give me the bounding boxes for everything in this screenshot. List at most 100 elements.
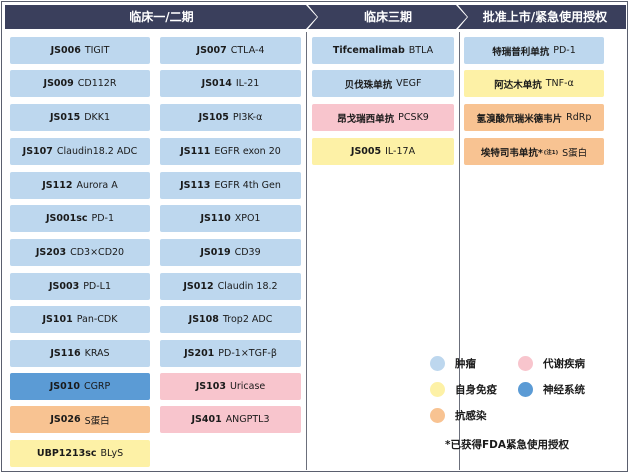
drug-target: TIGIT [84,45,110,56]
drug-code: 昂戈瑞西单抗 [337,113,395,125]
drug-box: JS110 XPO1 [160,205,301,232]
drug-target: Claudin18.2 ADC [56,146,138,157]
drug-box: JS009 CD112R [10,70,150,97]
drug-target: BLyS [100,448,124,459]
drug-target: RdRp [566,112,592,123]
drug-target: PD-1 [91,213,115,224]
drug-box: JS026 S蛋白 [10,406,150,433]
phase-title-1: 临床一/二期 [129,10,194,24]
drug-code: JS001sc [45,213,88,224]
legend-label: 代谢疾病 [543,358,585,370]
drug-code: JS112 [42,180,73,191]
drug-target: BTLA [408,45,434,56]
phase-header-3: 批准上市/紧急使用授权 [458,5,626,29]
drug-box: JS014 IL-21 [160,70,301,97]
drug-target: PD-1 [553,45,576,56]
drug-target: XPO1 [234,213,261,224]
drug-target: Claudin 18.2 [217,281,278,292]
drug-target: Pan-CDK [76,314,118,325]
drug-box: JS003 PD-L1 [10,273,150,300]
legend-item: 自身免疫 [430,382,497,397]
drug-target: PD-1×TGF-β [218,348,277,359]
drug-target: VEGF [396,78,422,89]
drug-box: JS006 TIGIT [10,37,150,64]
drug-target: Trop2 ADC [222,314,273,325]
drug-box: 特瑞普利单抗 PD-1 [464,37,604,64]
drug-box: 埃特司韦单抗* (注1) S蛋白 [464,138,604,165]
drug-box: JS101 Pan-CDK [10,306,150,333]
legend-swatch-autoimmune [430,382,445,397]
legend-swatch-anti-infection [430,408,445,423]
drug-code: Tifcemalimab [332,45,405,56]
drug-code: JS012 [183,281,214,292]
drug-target: S蛋白 [562,147,588,159]
drug-code: JS110 [200,213,231,224]
drug-code: JS401 [191,414,222,425]
drug-box: JS107 Claudin18.2 ADC [10,138,150,165]
legend-item: 代谢疾病 [518,356,585,371]
drug-target: DKK1 [84,112,111,123]
drug-box: JS108 Trop2 ADC [160,306,301,333]
drug-target: EGFR exon 20 [214,146,281,157]
drug-code: JS105 [198,112,229,123]
drug-target: KRAS [84,348,110,359]
drug-box: JS116 KRAS [10,340,150,367]
drug-target: CGRP [83,381,111,392]
drug-box: JS105 PI3K-α [160,104,301,131]
drug-code: JS026 [50,414,81,425]
drug-code: 埃特司韦单抗* [480,147,543,159]
drug-box: 氢溴酸氘瑞米德韦片 RdRp [464,104,604,131]
drug-box: 昂戈瑞西单抗 PCSK9 [312,104,454,131]
legend-item: 抗感染 [430,408,487,423]
drug-target: Aurora A [76,180,118,191]
drug-box: JS401 ANGPTL3 [160,406,301,433]
drug-target: Uricase [229,381,266,392]
phase-header-1: 临床一/二期 [5,5,318,29]
footnote: *已获得FDA紧急使用授权 [445,439,570,451]
drug-code: JS010 [49,381,80,392]
legend-swatch-metabolic [518,356,533,371]
drug-code: JS107 [22,146,53,157]
phase-header-2: 临床三期 [308,5,468,29]
drug-note: (注1) [543,149,559,156]
drug-target: PI3K-α [232,112,263,123]
drug-box: JS103 Uricase [160,373,301,400]
divider-2 [459,32,460,470]
drug-box: JS015 DKK1 [10,104,150,131]
drug-box: JS007 CTLA-4 [160,37,301,64]
legend-label: 肿瘤 [455,358,476,370]
drug-box: JS111 EGFR exon 20 [160,138,301,165]
drug-code: 贝伐珠单抗 [344,79,393,91]
drug-target: S蛋白 [84,415,110,427]
drug-box: JS203 CD3×CD20 [10,239,150,266]
drug-box: JS112 Aurora A [10,172,150,199]
drug-code: JS113 [180,180,211,191]
drug-box: JS019 CD39 [160,239,301,266]
drug-target: EGFR 4th Gen [214,180,281,191]
drug-target: PCSK9 [398,112,429,123]
legend-swatch-tumor [430,356,445,371]
drug-code: JS003 [48,281,80,292]
drug-target: ANGPTL3 [225,414,270,425]
drug-target: IL-17A [385,146,416,157]
legend-swatch-neuro [518,382,533,397]
drug-box: JS012 Claudin 18.2 [160,273,301,300]
drug-target: PD-L1 [83,281,112,292]
drug-code: JS014 [201,78,232,89]
drug-box: 阿达木单抗 TNF-α [464,70,604,97]
drug-code: JS006 [50,45,81,56]
drug-box: JS001sc PD-1 [10,205,150,232]
drug-target: IL-21 [235,78,260,89]
drug-box: JS113 EGFR 4th Gen [160,172,301,199]
drug-code: JS009 [43,78,74,89]
legend-label: 抗感染 [455,410,487,422]
drug-target: TNF-α [545,78,574,89]
legend-item: 神经系统 [518,382,585,397]
drug-box: 贝伐珠单抗 VEGF [312,70,454,97]
drug-code: JS103 [195,381,226,392]
drug-code: JS111 [180,146,211,157]
phase-title-3: 批准上市/紧急使用授权 [482,10,608,24]
drug-code: JS201 [184,348,215,359]
drug-code: JS116 [50,348,81,359]
drug-target: CD112R [77,78,117,89]
